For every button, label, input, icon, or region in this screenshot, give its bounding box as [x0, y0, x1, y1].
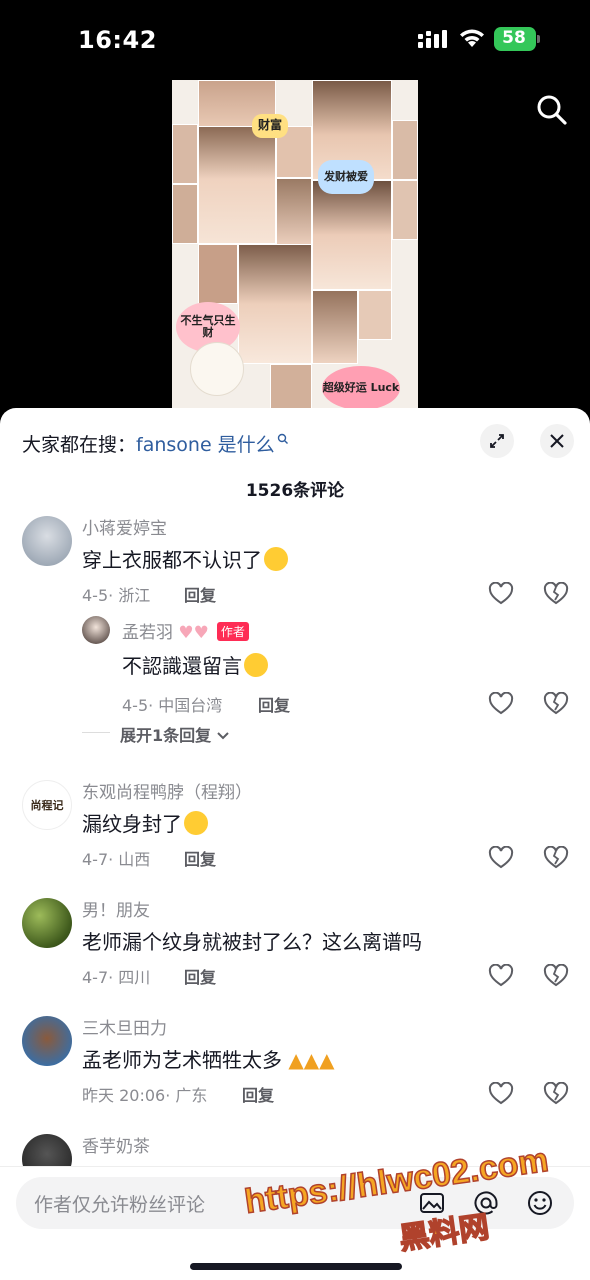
comment-meta: 4-7· 山西	[82, 850, 151, 869]
photo-tile	[312, 290, 358, 364]
comment-meta: 4-7· 四川	[82, 968, 151, 987]
crying-laughing-emoji-icon	[264, 547, 288, 571]
video-sticker: 发财被爱	[318, 160, 374, 194]
comment-text: 孟老师为艺术牺牲太多 ▲▲▲	[82, 1044, 335, 1073]
chevron-down-icon	[217, 732, 229, 740]
reply-button[interactable]: 回复	[184, 582, 216, 606]
reply-username-text: 孟若羽	[122, 623, 173, 643]
like-heart-icon[interactable]	[488, 846, 514, 870]
avatar-logo-text: 尚程记	[30, 799, 64, 812]
crying-laughing-emoji-icon	[184, 811, 208, 835]
reply-username[interactable]: 孟若羽 ♥♥ 作者	[122, 618, 249, 643]
dislike-heart-icon[interactable]	[543, 846, 569, 870]
photo-tile	[392, 180, 418, 240]
search-suggestion[interactable]: 大家都在搜：fansone 是什么	[22, 430, 289, 457]
close-button[interactable]	[540, 424, 574, 458]
heart-hands-icon: ♥♥	[173, 623, 209, 643]
photo-tile	[312, 180, 392, 290]
photo-tile	[238, 244, 312, 364]
dislike-heart-icon[interactable]	[543, 692, 569, 716]
dislike-heart-icon[interactable]	[543, 964, 569, 988]
comment-text-content: 穿上衣服都不认识了	[82, 548, 262, 572]
status-bar: 16:42 58	[0, 0, 590, 80]
comment-text: 穿上衣服都不认识了	[82, 544, 288, 573]
video-sticker: 财富	[252, 114, 288, 138]
reply-meta: 4-5· 中国台湾	[122, 696, 223, 715]
like-heart-icon[interactable]	[488, 692, 514, 716]
photo-tile	[198, 126, 276, 244]
reply-button[interactable]: 回复	[242, 1082, 274, 1106]
avatar[interactable]	[22, 898, 72, 948]
watermark-site-name: 黑料网	[397, 1209, 492, 1258]
photo-tile	[358, 290, 392, 340]
photo-tile	[276, 178, 312, 246]
comment-username[interactable]: 东观尚程鸭脖（程翔）	[82, 778, 252, 803]
comment-username[interactable]: 小蒋爱婷宝	[82, 514, 167, 539]
wifi-icon	[460, 29, 484, 47]
reply-button[interactable]: 回复	[258, 692, 290, 716]
photo-tile	[198, 244, 238, 304]
comment-text: 漏纹身封了	[82, 808, 208, 837]
comment-username[interactable]: 香芋奶茶	[82, 1132, 150, 1157]
like-heart-icon[interactable]	[488, 582, 514, 606]
status-time: 16:42	[78, 26, 157, 54]
praying-hands-icon: ▲▲▲	[282, 1048, 335, 1072]
cellular-signal-icon	[418, 30, 447, 48]
author-badge: 作者	[216, 622, 249, 641]
like-heart-icon[interactable]	[488, 964, 514, 988]
comment-username[interactable]: 三木旦田力	[82, 1014, 167, 1039]
search-suggestion-keyword[interactable]: fansone 是什么	[136, 434, 275, 456]
avatar[interactable]	[22, 1016, 72, 1066]
dislike-heart-icon[interactable]	[543, 582, 569, 606]
photo-tile	[172, 124, 198, 184]
video-player[interactable]: 财富 发财被爱 不生气只生财 超级好运 Luck	[172, 80, 418, 412]
reply-text-content: 不認識還留言	[122, 654, 242, 678]
battery-level: 58	[502, 28, 526, 48]
comment-text: 老师漏个纹身就被封了么？这么离谱吗	[82, 930, 422, 954]
yawning-emoji-icon	[244, 653, 268, 677]
reply-text: 不認識還留言	[122, 650, 268, 679]
comment-input-placeholder: 作者仅允许粉丝评论	[34, 1194, 206, 1216]
avatar[interactable]	[22, 516, 72, 566]
expand-replies-button[interactable]: 展开1条回复	[120, 722, 229, 746]
search-suggestion-prefix: 大家都在搜：	[22, 434, 137, 456]
avatar[interactable]: 尚程记	[22, 780, 72, 830]
video-sticker: 超级好运 Luck	[322, 366, 400, 410]
expand-sheet-button[interactable]	[480, 424, 514, 458]
reply-button[interactable]: 回复	[184, 846, 216, 870]
expand-icon	[490, 434, 504, 448]
search-icon[interactable]	[534, 92, 570, 128]
reply-button[interactable]: 回复	[184, 964, 216, 988]
avatar[interactable]	[82, 616, 110, 644]
expand-replies-label: 展开1条回复	[120, 726, 212, 745]
photo-tile	[172, 184, 198, 244]
photo-tile	[392, 120, 418, 180]
photo-tile	[270, 364, 312, 412]
search-small-icon	[277, 433, 288, 444]
comment-text-content: 孟老师为艺术牺牲太多	[82, 1048, 282, 1072]
comment-meta: 昨天 20:06· 广东	[82, 1086, 208, 1105]
cat-sticker	[190, 342, 244, 396]
comment-meta: 4-5· 浙江	[82, 586, 151, 605]
like-heart-icon[interactable]	[488, 1082, 514, 1106]
comment-username[interactable]: 男！朋友	[82, 896, 150, 921]
expand-divider	[82, 732, 110, 733]
comment-count: 1526条评论	[245, 481, 345, 501]
close-icon	[550, 434, 564, 448]
comment-text-content: 漏纹身封了	[82, 812, 182, 836]
battery-indicator: 58	[494, 27, 540, 51]
dislike-heart-icon[interactable]	[543, 1082, 569, 1106]
